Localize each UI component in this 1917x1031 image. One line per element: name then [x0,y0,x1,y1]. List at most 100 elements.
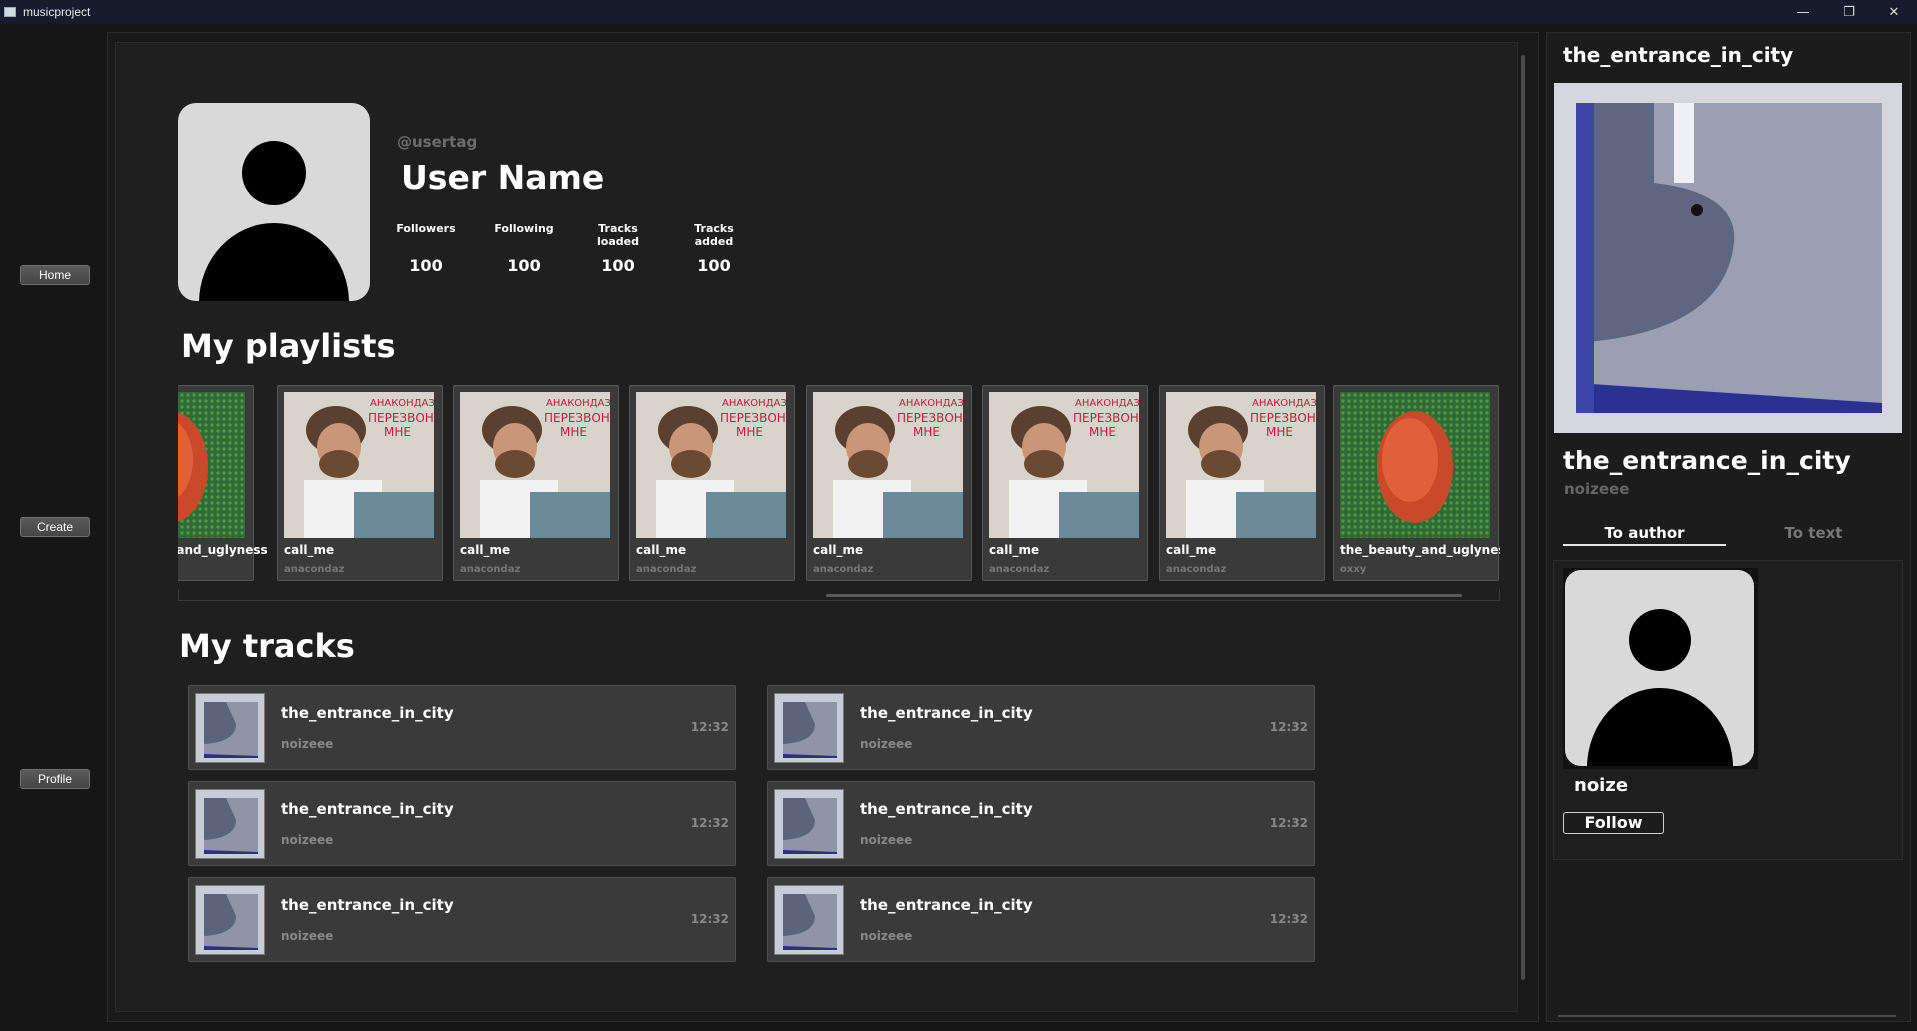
playlists-scrollbar-thumb[interactable] [826,594,1462,597]
strawberry-art-icon [178,392,245,538]
portrait-art-icon: АНАКОНДАЗ ПЕРЕЗВОНИ МНЕ [636,392,786,538]
author-avatar[interactable] [1563,568,1758,769]
track-cover [774,885,844,955]
track-author: noizeee [860,929,913,943]
playlist-card[interactable]: the_beauty_and_uglyness oxxy [178,385,268,581]
track-item[interactable]: the_entrance_in_city noizeee 12:32 [188,685,736,770]
playlist-card[interactable]: АНАКОНДАЗ ПЕРЕЗВОНИ МНЕ call_me anaconda… [453,385,619,581]
track-duration: 12:32 [690,720,729,734]
svg-text:АНАКОНДАЗ: АНАКОНДАЗ [899,398,963,409]
playlist-author: anacondaz [284,564,345,575]
playlist-title: call_me [460,543,511,557]
playlist-card[interactable]: АНАКОНДАЗ ПЕРЕЗВОНИ МНЕ call_me anaconda… [982,385,1148,581]
now-playing-track-title: the_entrance_in_city [1563,446,1851,475]
track-item[interactable]: the_entrance_in_city noizeee 12:32 [188,781,736,866]
window-title: musicproject [23,5,91,19]
track-title: the_entrance_in_city [281,896,454,914]
svg-text:МНЕ: МНЕ [384,425,411,439]
svg-text:АНАКОНДАЗ: АНАКОНДАЗ [546,398,610,409]
minimize-icon[interactable]: — [1780,0,1826,24]
tracks-heading: My tracks [179,627,355,665]
playlist-author: anacondaz [989,564,1050,575]
title-bar: musicproject — ❐ ✕ [0,0,1917,24]
username: User Name [401,158,605,197]
playlist-author: anacondaz [1166,564,1227,575]
playlist-title: call_me [813,543,864,557]
track-item[interactable]: the_entrance_in_city noizeee 12:32 [767,685,1315,770]
playlists-heading: My playlists [181,327,396,365]
playlist-cover: АНАКОНДАЗ ПЕРЕЗВОНИ МНЕ [636,392,786,538]
track-duration: 12:32 [690,816,729,830]
playlist-title: call_me [1166,543,1217,557]
tab-to-author[interactable]: To author [1563,524,1726,546]
main-scrollbar[interactable] [1521,55,1525,980]
playlist-cover: АНАКОНДАЗ ПЕРЕЗВОНИ МНЕ [284,392,434,538]
right-panel-scrollbar[interactable] [1558,1015,1896,1017]
follow-button[interactable]: Follow [1563,812,1664,834]
track-title: the_entrance_in_city [281,704,454,722]
tab-to-text[interactable]: To text [1732,524,1895,542]
home-button[interactable]: Home [20,265,90,285]
track-author: noizeee [281,737,334,751]
svg-text:ПЕРЕЗВОНИ: ПЕРЕЗВОНИ [544,411,610,425]
city-art-icon [775,886,843,954]
playlist-card[interactable]: АНАКОНДАЗ ПЕРЕЗВОНИ МНЕ call_me anaconda… [1159,385,1325,581]
create-button[interactable]: Create [20,517,90,537]
playlist-card[interactable]: the_beauty_and_uglyness oxxy [1333,385,1500,581]
track-title: the_entrance_in_city [860,896,1033,914]
svg-text:МНЕ: МНЕ [1266,425,1293,439]
track-item[interactable]: the_entrance_in_city noizeee 12:32 [188,877,736,962]
stat-label-tracks-added: Tracks added [694,222,734,248]
author-name: noize [1574,775,1629,796]
city-art-icon [196,790,264,858]
user-silhouette-icon [1587,609,1733,766]
track-item[interactable]: the_entrance_in_city noizeee 12:32 [767,781,1315,866]
close-icon[interactable]: ✕ [1871,0,1917,24]
playlist-author: oxxy [1340,564,1367,575]
stat-label-tracks-loaded: Tracks loaded [597,222,639,248]
svg-text:АНАКОНДАЗ: АНАКОНДАЗ [1075,398,1139,409]
city-art-icon [775,694,843,762]
svg-text:АНАКОНДАЗ: АНАКОНДАЗ [722,398,786,409]
city-art-icon [196,694,264,762]
svg-text:МНЕ: МНЕ [1089,425,1116,439]
svg-text:ПЕРЕЗВОНИ: ПЕРЕЗВОНИ [368,411,434,425]
track-cover [195,885,265,955]
playlist-card[interactable]: АНАКОНДАЗ ПЕРЕЗВОНИ МНЕ call_me anaconda… [629,385,795,581]
track-cover [195,789,265,859]
svg-text:ПЕРЕЗВОНИ: ПЕРЕЗВОНИ [897,411,963,425]
track-title: the_entrance_in_city [860,704,1033,722]
track-cover [774,789,844,859]
track-author: noizeee [281,929,334,943]
svg-text:ПЕРЕЗВОНИ: ПЕРЕЗВОНИ [720,411,786,425]
portrait-art-icon: АНАКОНДАЗ ПЕРЕЗВОНИ МНЕ [1166,392,1316,538]
stat-value-followers: 100 [409,256,443,275]
svg-text:ПЕРЕЗВОНИ: ПЕРЕЗВОНИ [1073,411,1139,425]
track-cover [195,693,265,763]
playlist-card[interactable]: АНАКОНДАЗ ПЕРЕЗВОНИ МНЕ call_me anaconda… [806,385,972,581]
stat-value-following: 100 [507,256,541,275]
track-cover [774,693,844,763]
playlist-card[interactable]: АНАКОНДАЗ ПЕРЕЗВОНИ МНЕ call_me anaconda… [277,385,443,581]
svg-text:МНЕ: МНЕ [736,425,763,439]
playlist-title: call_me [636,543,687,557]
svg-text:АНАКОНДАЗ: АНАКОНДАЗ [370,398,434,409]
city-art-icon [775,790,843,858]
stat-label-following: Following [494,222,554,235]
stat-value-tracks-loaded: 100 [601,256,635,275]
city-art-icon [1554,83,1902,433]
svg-text:МНЕ: МНЕ [560,425,587,439]
portrait-art-icon: АНАКОНДАЗ ПЕРЕЗВОНИ МНЕ [284,392,434,538]
profile-button[interactable]: Profile [20,769,90,789]
playlist-title: the_beauty_and_uglyness [1340,543,1500,557]
playlist-title: the_beauty_and_uglyness [178,543,268,557]
playlists-carousel[interactable]: the_beauty_and_uglyness oxxy АНАКОНДАЗ П… [178,384,1500,584]
profile-avatar [178,103,370,301]
track-duration: 12:32 [1269,720,1308,734]
now-playing-track-author[interactable]: noizeee [1564,480,1629,498]
track-duration: 12:32 [1269,912,1308,926]
now-playing-header-title: the_entrance_in_city [1563,43,1794,67]
maximize-icon[interactable]: ❐ [1826,0,1872,24]
track-item[interactable]: the_entrance_in_city noizeee 12:32 [767,877,1315,962]
playlist-author: anacondaz [460,564,521,575]
